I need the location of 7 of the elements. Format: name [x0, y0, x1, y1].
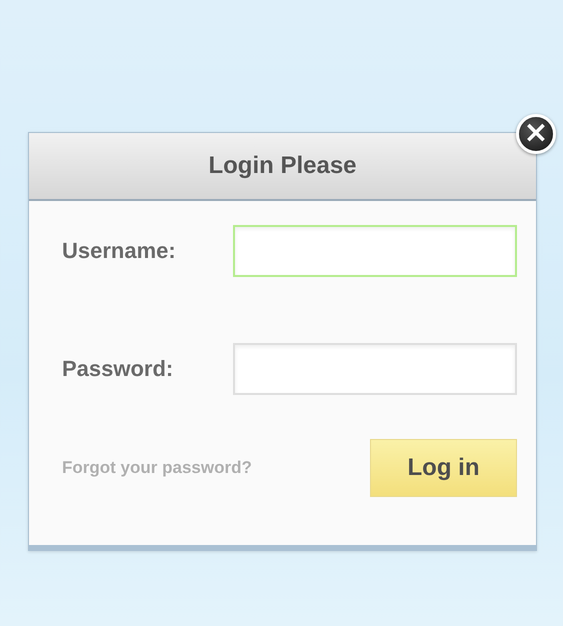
input-field[interactable]	[233, 225, 517, 277]
dialog-title: Login Please	[208, 152, 357, 180]
login-button[interactable]: Log in	[370, 439, 517, 497]
input-field[interactable]	[233, 343, 517, 395]
field-label: Password:	[62, 356, 174, 382]
field-label: Username:	[62, 238, 177, 264]
close-button[interactable]: ×	[516, 114, 556, 154]
